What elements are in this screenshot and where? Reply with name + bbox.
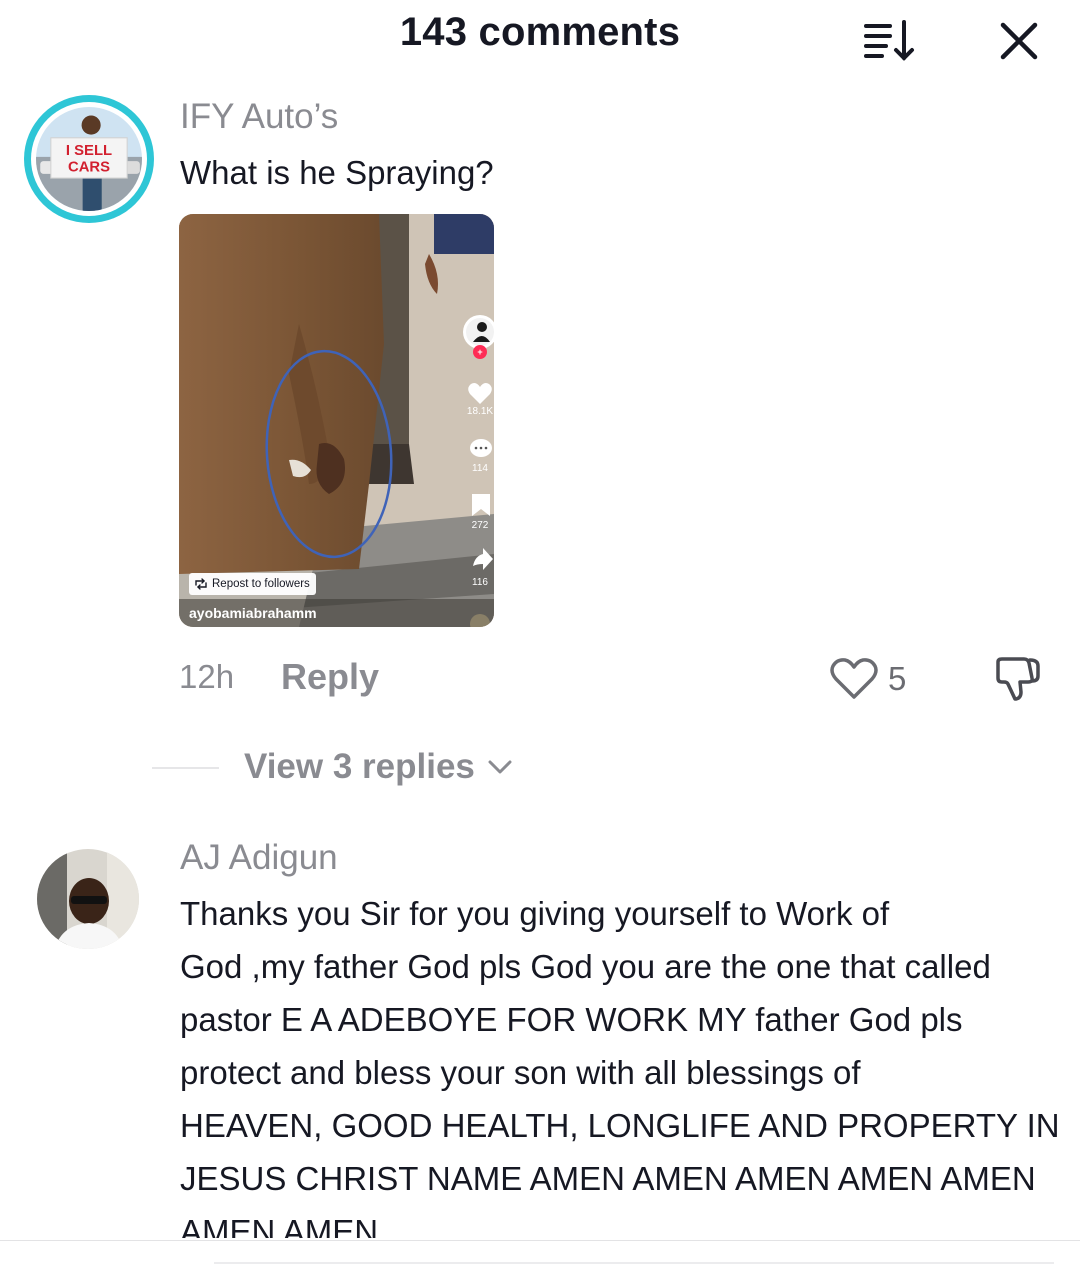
thumbs-down-icon [996,657,1040,701]
svg-text:+: + [477,347,482,357]
dislike-button[interactable] [990,654,1044,704]
sort-button[interactable] [860,14,920,66]
comment-text-line: Thanks you Sir for you giving yourself t… [180,895,890,932]
like-button[interactable] [828,656,880,702]
thumbnail-share-count: 116 [472,577,488,588]
comment-time: 12h [179,658,235,695]
avatar[interactable]: I SELL CARS [24,95,154,223]
comment-text-line: HEAVEN, GOOD HEALTH, LONGLIFE AND PROPER… [180,1107,1060,1144]
chevron-down-icon [488,760,512,774]
repost-icon [195,578,207,590]
repost-chip: Repost to followers [189,573,316,595]
svg-text:I SELL: I SELL [66,143,112,159]
view-replies-label: View 3 replies [244,747,475,786]
avatar-image [37,849,139,949]
comment-video-thumbnail[interactable]: + 18.1K 114 272 116 [179,214,494,627]
comment-text-line: JESUS CHRIST NAME AMEN AMEN AMEN AMEN AM… [180,1160,1036,1197]
heart-icon [830,658,878,699]
comment-username[interactable]: IFY Auto’s [180,97,338,137]
comment-username[interactable]: AJ Adigun [180,838,338,878]
comment-text-line: protect and bless your son with all bles… [180,1054,861,1091]
comments-header: 143 comments [0,0,1080,80]
avatar-image: I SELL CARS [36,107,142,211]
close-button[interactable] [992,16,1046,66]
comment-text-line: pastor E A ADEBOYE FOR WORK MY father Go… [180,1001,963,1038]
bottom-divider [0,1240,1080,1241]
thumbnail-image: + [179,214,494,627]
thumbnail-like-count: 18.1K [466,406,494,417]
replies-divider [152,767,219,769]
view-replies-button[interactable]: View 3 replies [244,747,513,787]
sort-descending-icon [864,20,914,61]
reply-button[interactable]: Reply [281,656,379,698]
repost-label: Repost to followers [212,578,310,590]
svg-text:CARS: CARS [68,160,110,176]
thumbnail-save-count: 272 [471,520,489,531]
comment-text-line: God ,my father God pls God you are the o… [180,948,991,985]
avatar[interactable] [37,849,139,949]
comment-text: What is he Spraying? [180,154,494,191]
close-icon [1000,22,1038,60]
bottom-input-bar[interactable] [214,1262,1054,1264]
thumbnail-author: ayobamiabrahamm [189,605,317,621]
thumbnail-comment-count: 114 [472,463,488,474]
like-count: 5 [888,660,907,697]
